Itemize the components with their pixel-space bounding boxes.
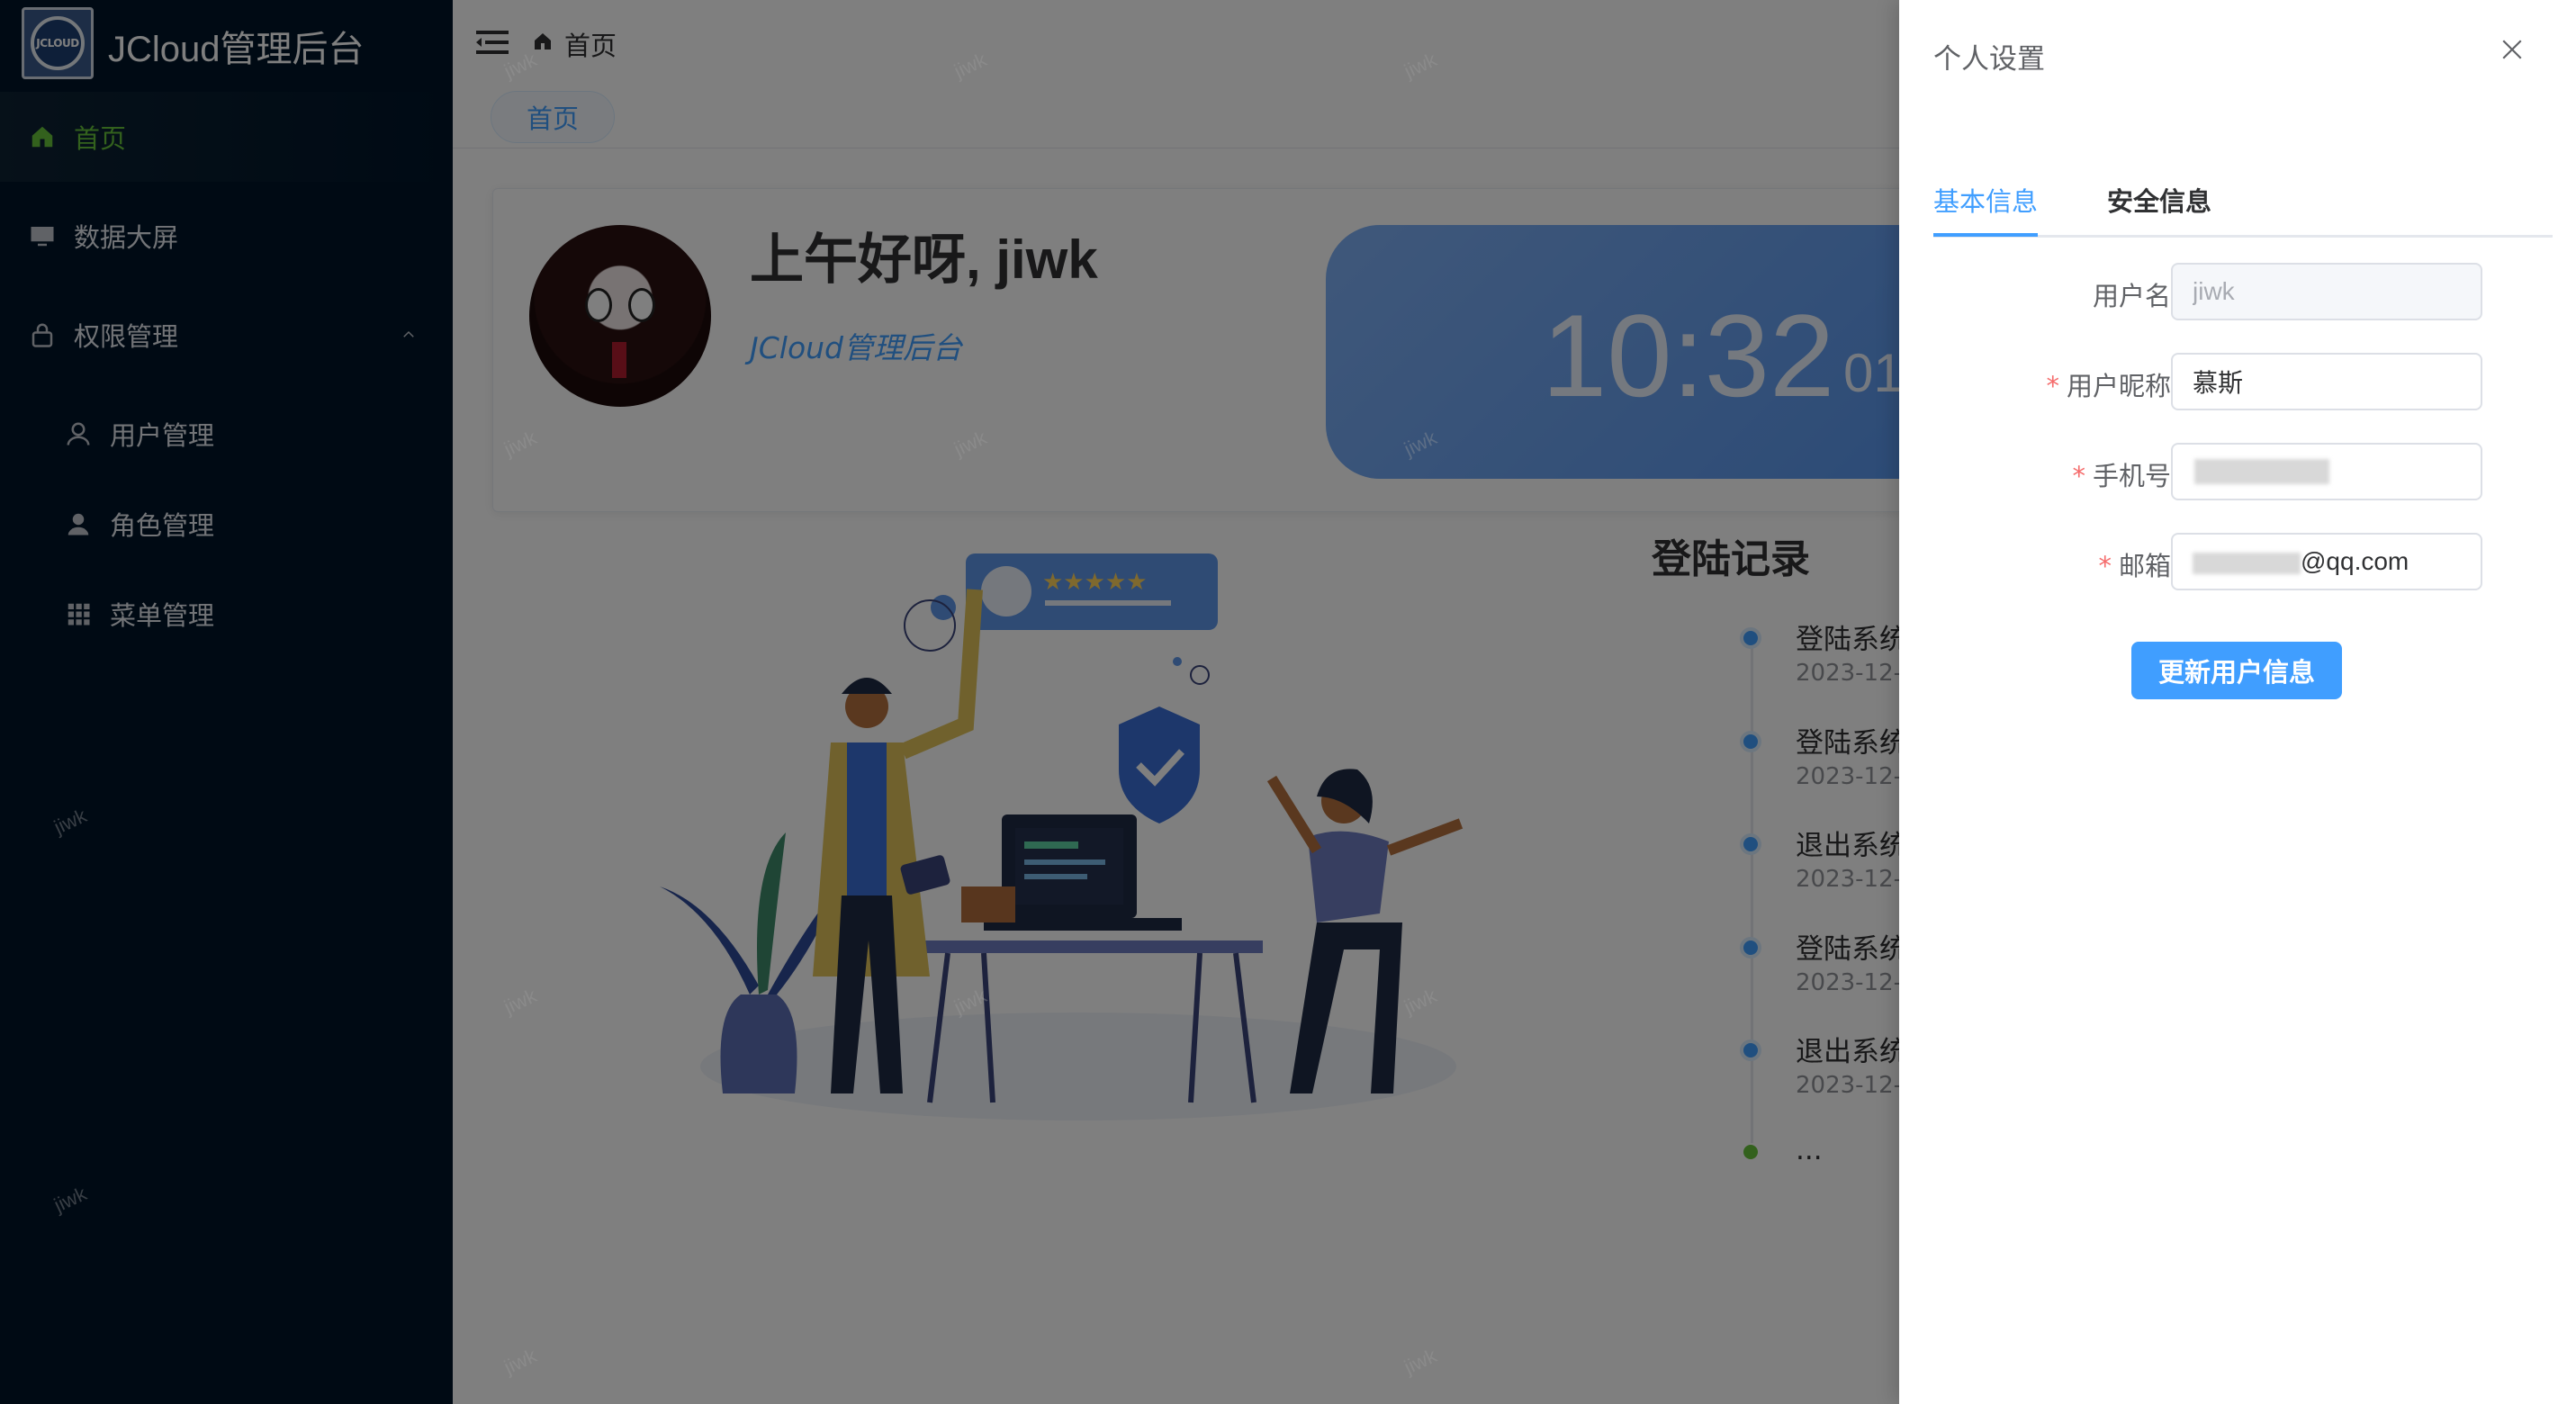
nickname-label-text: 用户昵称 — [2066, 371, 2171, 401]
email-label-text: 邮箱 — [2118, 551, 2171, 581]
phone-label: * 手机号 — [2072, 455, 2171, 493]
drawer-overlay[interactable] — [0, 0, 1899, 1404]
email-label: * 邮箱 — [2098, 545, 2171, 583]
redacted-phone — [2194, 459, 2329, 484]
email-field[interactable]: @qq.com — [2171, 533, 2482, 590]
form-row-username: 用户名 — [1899, 263, 2576, 322]
required-mark: * — [2072, 461, 2085, 491]
personal-settings-drawer: 个人设置 基本信息 安全信息 用户名 *用户昵称 *手机号 *邮箱 @qq.co… — [1899, 0, 2576, 1404]
form-row-email: * 邮箱 @qq.com — [1899, 533, 2576, 592]
tab-basic-info[interactable]: 基本信息 — [1933, 176, 2039, 237]
redacted-email — [2193, 552, 2301, 574]
username-label: 用户名 — [2092, 281, 2171, 311]
nickname-field[interactable] — [2171, 353, 2482, 410]
email-domain: @qq.com — [2301, 547, 2409, 575]
update-user-info-button[interactable]: 更新用户信息 — [2131, 642, 2342, 699]
required-mark: * — [2046, 371, 2059, 401]
required-mark: * — [2098, 551, 2112, 581]
drawer-title: 个人设置 — [1933, 43, 2045, 76]
form-row-nickname: * 用户昵称 — [1899, 353, 2576, 412]
nickname-label: * 用户昵称 — [2046, 365, 2171, 403]
drawer-tabs: 基本信息 安全信息 — [1933, 176, 2553, 238]
username-field — [2171, 263, 2482, 320]
phone-label-text: 手机号 — [2092, 461, 2171, 491]
tab-security-info[interactable]: 安全信息 — [2107, 176, 2211, 234]
close-icon[interactable] — [2500, 38, 2524, 61]
form-row-phone: * 手机号 — [1899, 443, 2576, 502]
